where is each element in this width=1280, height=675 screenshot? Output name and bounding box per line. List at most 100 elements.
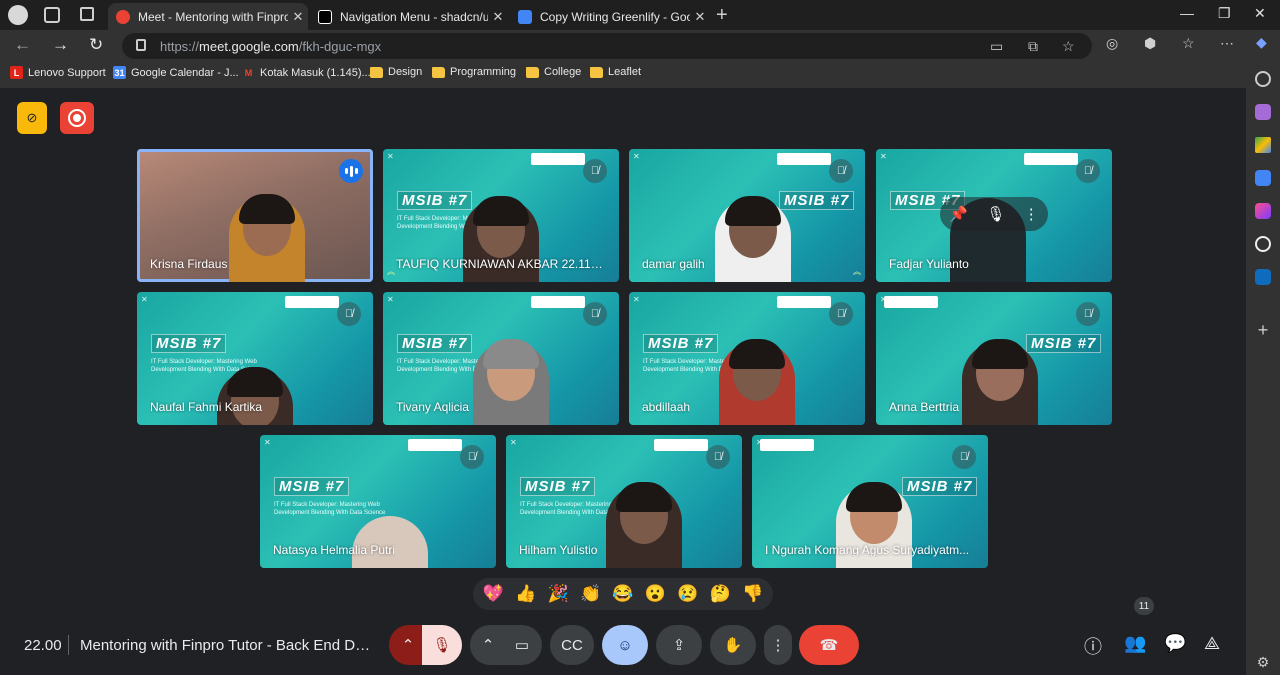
more-options-button[interactable]: ⋮ xyxy=(764,625,792,665)
people-icon[interactable]: 👥 xyxy=(1124,633,1146,654)
open-in-app-icon[interactable]: ⧉ xyxy=(1028,38,1038,55)
mic-off-icon: 🎙̸ xyxy=(460,445,484,469)
recording-indicator[interactable] xyxy=(60,102,94,134)
camera-toggle-button[interactable]: ▭ xyxy=(502,625,542,665)
close-tab-icon[interactable]: ✕ xyxy=(488,9,508,25)
add-sidebar-icon[interactable]: + xyxy=(1255,321,1271,339)
participant-tile[interactable]: ✕ MSIB #7 🎙̸ Anna Berttria xyxy=(876,292,1112,425)
reaction-clap[interactable]: 👏 xyxy=(580,584,601,604)
mic-off-icon[interactable]: 🎙 xyxy=(986,205,1005,223)
back-button[interactable]: ← xyxy=(14,35,31,55)
designer-icon[interactable] xyxy=(1255,203,1271,219)
address-bar[interactable]: https://meet.google.com/fkh-dguc-mgx ▭ ⧉… xyxy=(122,33,1092,59)
chatgpt-icon[interactable] xyxy=(1255,236,1271,252)
participant-tile[interactable]: ✕ MSIB #7 IT Full Stack Developer: Maste… xyxy=(260,435,496,568)
mic-off-icon: 🎙̸ xyxy=(952,445,976,469)
participant-name: Fadjar Yulianto xyxy=(889,257,969,271)
new-tab-button[interactable]: + xyxy=(716,4,728,27)
shopping-icon[interactable] xyxy=(1255,104,1271,120)
leave-call-button[interactable]: ☎ xyxy=(799,625,859,665)
present-button[interactable]: ⇪ xyxy=(656,625,702,665)
extensions-icon[interactable]: ⬢ xyxy=(1144,35,1156,52)
reactions-bar: 💖 👍 🎉 👏 😂 😮 😢 🤔 👎 xyxy=(473,578,773,610)
bookmark-design[interactable]: Design xyxy=(370,66,422,78)
favorites-icon[interactable]: ☆ xyxy=(1182,35,1195,52)
camera-in-use-icon[interactable]: ▭ xyxy=(990,38,1003,55)
extension-grammarly-icon[interactable]: ◎ xyxy=(1106,35,1118,52)
profile-icon[interactable] xyxy=(8,5,28,25)
sponsor-logos xyxy=(654,439,708,451)
sidebar-settings-icon[interactable]: ⚙ xyxy=(1255,654,1271,670)
minimize-button[interactable]: — xyxy=(1180,5,1194,21)
more-menu-icon[interactable]: ⋯ xyxy=(1220,35,1234,52)
lock-icon[interactable] xyxy=(136,39,146,51)
close-tab-icon[interactable]: ✕ xyxy=(690,9,710,25)
reaction-thumbs-down[interactable]: 👎 xyxy=(742,584,763,604)
pin-icon[interactable]: 📌 xyxy=(949,205,968,223)
reaction-laugh[interactable]: 😂 xyxy=(612,584,633,604)
bookmark-leaflet[interactable]: Leaflet xyxy=(590,66,641,78)
participant-name: Natasya Helmalia Putri xyxy=(273,543,396,557)
bookmark-lenovo[interactable]: L Lenovo Support xyxy=(10,66,106,79)
activities-icon[interactable]: ⟁ xyxy=(1204,633,1220,654)
participant-tile[interactable]: Krisna Firdaus xyxy=(137,149,373,282)
video-options-button[interactable]: ⌃ xyxy=(470,625,506,665)
bookmark-gmail[interactable]: M Kotak Masuk (1.145)... xyxy=(242,66,371,79)
tab-meet[interactable]: Meet - Mentoring with Finpro ✕ xyxy=(108,3,308,30)
reaction-thumbs-up[interactable]: 👍 xyxy=(515,584,536,604)
maximize-button[interactable]: ❐ xyxy=(1218,5,1231,22)
tab-docs[interactable]: Copy Writing Greenlify - Google ✕ xyxy=(510,3,710,30)
reaction-heart[interactable]: 💖 xyxy=(483,584,504,604)
participant-tile[interactable]: ✕ MSIB #7 IT Full Stack Developer: Maste… xyxy=(506,435,742,568)
google-drive-icon[interactable] xyxy=(1255,137,1271,153)
bookmark-programming[interactable]: Programming xyxy=(432,66,516,78)
close-tab-icon[interactable]: ✕ xyxy=(288,9,308,25)
reaction-thinking[interactable]: 🤔 xyxy=(710,584,731,604)
workspaces-icon[interactable] xyxy=(44,7,60,23)
copilot-icon[interactable]: ◆ xyxy=(1256,34,1267,51)
raise-hand-button[interactable]: ✋ xyxy=(710,625,756,665)
participant-tile[interactable]: ✕ MSIB #7 📌 🎙 ⋮ 🎙̸ Fadjar Yulianto xyxy=(876,149,1112,282)
chat-icon[interactable]: 💬 xyxy=(1164,633,1186,654)
trello-icon[interactable] xyxy=(1255,269,1271,285)
participant-video xyxy=(473,339,549,425)
shadcn-icon xyxy=(318,9,332,24)
bookmark-college[interactable]: College xyxy=(526,66,581,78)
participant-video xyxy=(229,194,305,282)
close-window-button[interactable]: ✕ xyxy=(1254,5,1266,22)
favorite-star-icon[interactable]: ☆ xyxy=(1062,38,1075,55)
search-icon[interactable] xyxy=(1255,71,1271,87)
mic-off-icon: 🎙̸ xyxy=(337,302,361,326)
reaction-party[interactable]: 🎉 xyxy=(548,584,569,604)
sponsor-logos xyxy=(1024,153,1078,165)
calendar-icon: 31 xyxy=(113,66,126,79)
emoji-button[interactable]: ☺ xyxy=(602,625,648,665)
participant-name: abdillaah xyxy=(642,400,691,414)
sponsor-logos xyxy=(408,439,462,451)
hidden-self-view-button[interactable]: ⊘ xyxy=(17,102,47,134)
participant-name: TAUFIQ KURNIAWAN AKBAR 22.11.4... xyxy=(396,257,606,271)
participant-tile[interactable]: ✕ MSIB #7 IT Full Stack Developer: Maste… xyxy=(383,292,619,425)
reaction-sad[interactable]: 😢 xyxy=(677,584,698,604)
participant-tile[interactable]: ✕ MSIB #7 IT Full Stack Developer: Maste… xyxy=(383,149,619,282)
reaction-surprised[interactable]: 😮 xyxy=(645,584,666,604)
captions-button[interactable]: CC xyxy=(550,625,594,665)
mic-toggle-button[interactable]: 🎙 xyxy=(422,625,462,665)
mic-off-icon: 🎙̸ xyxy=(706,445,730,469)
bookmarks-bar: L Lenovo Support 31 Google Calendar - J...… xyxy=(0,60,1280,88)
tab-shadcn[interactable]: Navigation Menu - shadcn/ui ✕ xyxy=(310,3,508,30)
participant-tile[interactable]: ✕ MSIB #7 🎙̸ damar galih ︽ xyxy=(629,149,865,282)
forward-button[interactable]: → xyxy=(52,35,69,55)
more-options-icon[interactable]: ⋮ xyxy=(1024,205,1039,223)
tab-actions-icon[interactable] xyxy=(80,7,94,21)
participant-tile[interactable]: ✕ MSIB #7 IT Full Stack Developer: Maste… xyxy=(137,292,373,425)
folder-icon xyxy=(526,66,539,78)
participant-tile[interactable]: ✕ MSIB #7 🎙̸ I Ngurah Komang Agus Suryad… xyxy=(752,435,988,568)
translate-icon[interactable] xyxy=(1255,170,1271,186)
meeting-details-icon[interactable]: ⓘ xyxy=(1084,633,1102,659)
bookmark-calendar[interactable]: 31 Google Calendar - J... xyxy=(113,66,239,79)
gmail-icon: M xyxy=(242,66,255,79)
participant-tile[interactable]: ✕ MSIB #7 IT Full Stack Developer: Maste… xyxy=(629,292,865,425)
reload-button[interactable]: ↻ xyxy=(89,35,103,55)
hand-icon: ✋ xyxy=(723,637,743,654)
